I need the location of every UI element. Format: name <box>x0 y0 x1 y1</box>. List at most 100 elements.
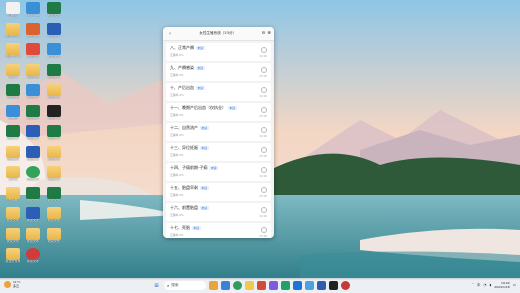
chapter-time: 00:00 <box>259 235 267 238</box>
desktop-icon[interactable]: Windows <box>23 2 43 18</box>
windows-start-icon[interactable]: ⊞ <box>152 281 161 290</box>
app-icon-11[interactable] <box>329 281 338 290</box>
desktop-icon[interactable]: 新建文件 <box>44 22 64 39</box>
volume-icon[interactable]: ◖ <box>489 283 491 287</box>
desktop-icon[interactable]: 新建文件 <box>3 227 23 244</box>
desktop-icon[interactable]: 回收站 <box>3 2 23 18</box>
desktop-icon[interactable]: 新建文件 <box>23 22 43 39</box>
select-circle-icon[interactable] <box>261 167 267 173</box>
chapter-row[interactable]: 十二、自然流产 未读 正确率 0% 00:00 <box>166 123 271 141</box>
desktop-icon[interactable]: 新建文件 <box>23 43 43 59</box>
desktop-icon[interactable]: 新建文件夹 <box>3 248 23 264</box>
desktop-icon-label: 新建文件 <box>26 260 39 263</box>
chapter-row[interactable]: 十四、子痫前期-子痫 未读 正确率 0% 00:00 <box>166 163 271 181</box>
file-icon <box>26 125 40 137</box>
desktop-icon[interactable]: 新建文件 <box>3 125 23 141</box>
desktop-icon[interactable]: 新建文件 <box>44 125 64 141</box>
desktop-icon[interactable]: 新建文件 <box>44 186 64 203</box>
notification-icon[interactable]: ▭ <box>513 283 516 287</box>
chapter-row[interactable]: 十、产后出血 未读 正确率 0% 00:00 <box>166 83 271 101</box>
app-icon-7[interactable] <box>281 281 290 290</box>
file-icon <box>47 207 61 219</box>
input-language[interactable]: 中 <box>477 283 481 288</box>
chapter-row[interactable]: 十三、异位妊娠 未读 正确率 0% 00:00 <box>166 143 271 161</box>
desktop-icon[interactable]: 新建文件 <box>23 104 43 121</box>
desktop-icon-label: 此电脑 <box>8 116 18 120</box>
status-badge: 未读 <box>228 106 237 110</box>
app-icon-12[interactable] <box>341 281 350 290</box>
network-icon[interactable]: ◔ <box>483 283 486 287</box>
select-circle-icon[interactable] <box>261 187 267 193</box>
select-circle-icon[interactable] <box>261 127 267 133</box>
desktop-icon[interactable]: 新建文件 <box>23 63 43 80</box>
word-icon[interactable] <box>317 281 326 290</box>
file-icon <box>47 43 61 55</box>
chapter-list-window: ‹ 女性生殖系统（53分） ⊖ ⊗ 八、正常产褥 未读 正确率 0% 00:00 九、产… <box>163 27 274 238</box>
desktop-icon[interactable]: 新建文件夹 <box>3 22 23 39</box>
select-circle-icon[interactable] <box>261 47 267 53</box>
desktop-icon[interactable]: 新建文件 <box>44 145 64 162</box>
app-icon-1[interactable] <box>209 281 218 290</box>
file-explorer-icon[interactable] <box>245 281 254 290</box>
select-circle-icon[interactable] <box>261 67 267 73</box>
select-circle-icon[interactable] <box>261 107 267 113</box>
desktop-icon-label: 新建文件 <box>26 178 39 181</box>
desktop-icon[interactable]: 新建表格 <box>3 84 23 100</box>
desktop-icon[interactable]: 文件夹 <box>3 166 23 182</box>
clock[interactable]: 19:04 2024/1/18 <box>494 281 509 289</box>
desktop-icon[interactable]: 新建文件 <box>44 2 64 18</box>
weather-widget[interactable]: 11°C 多云 <box>4 280 20 288</box>
desktop-icon[interactable]: 新建文件 <box>3 145 23 162</box>
chapter-list: 八、正常产褥 未读 正确率 0% 00:00 九、产褥感染 未读 正确率 0% 00:00 十、… <box>163 41 274 238</box>
chapter-time: 00:00 <box>259 175 267 178</box>
select-circle-icon[interactable] <box>261 227 267 233</box>
app-icon-8[interactable] <box>293 281 302 290</box>
app-icon-5[interactable] <box>257 281 266 290</box>
select-circle-icon[interactable] <box>261 147 267 153</box>
desktop-icon[interactable]: 新建文件 <box>23 248 43 264</box>
chevron-up-icon[interactable]: ˄ <box>472 283 474 287</box>
desktop-icon[interactable]: 文件夹 <box>3 186 23 203</box>
desktop-icon[interactable]: 新建文件 <box>3 207 23 223</box>
desktop-icon[interactable]: 新建文件 <box>44 166 64 182</box>
chapter-row[interactable]: 八、正常产褥 未读 正确率 0% 00:00 <box>166 43 271 61</box>
desktop-icon[interactable]: 新建文件 <box>44 104 64 121</box>
select-circle-icon[interactable] <box>261 207 267 213</box>
app-icon-2[interactable] <box>221 281 230 290</box>
chapter-row[interactable]: 九、产褥感染 未读 正确率 0% 00:00 <box>166 63 271 81</box>
desktop-icon[interactable]: 新建文件 <box>23 227 43 244</box>
desktop-icon-label: 新建文件 <box>47 239 60 243</box>
desktop-icon[interactable]: 新建文件 <box>23 207 43 223</box>
desktop-icon-label: 新建文件 <box>47 34 60 38</box>
close-icon[interactable]: ⊗ <box>267 31 271 36</box>
chapter-row[interactable]: 十七、死胎 未读 正确率 0% 00:00 <box>166 223 271 238</box>
more-icon[interactable]: ⊖ <box>261 31 265 36</box>
file-icon <box>26 43 40 55</box>
desktop-icon[interactable]: 新建文件 <box>44 63 64 80</box>
desktop-icon-label: 新建文件 <box>26 239 39 243</box>
desktop-icon[interactable]: 新建文件 <box>44 227 64 244</box>
desktop-icon[interactable]: 新建文件 <box>23 84 43 100</box>
chevron-left-icon[interactable]: ‹ <box>166 31 174 37</box>
desktop-icon-label: Windows <box>26 14 40 17</box>
file-icon <box>26 104 40 117</box>
select-circle-icon[interactable] <box>261 87 267 93</box>
desktop-icon[interactable]: 文件夹 <box>3 63 23 80</box>
desktop-icon[interactable]: 新建文件 <box>44 84 64 100</box>
desktop-icon[interactable]: 新建文件 <box>44 43 64 59</box>
chapter-row[interactable]: 十六、前置胎盘 未读 正确率 0% 00:00 <box>166 203 271 221</box>
desktop-icon[interactable]: 此电脑 <box>3 104 23 121</box>
search-label: 搜索 <box>171 283 179 287</box>
desktop-icon[interactable]: 新建文件 <box>23 186 43 203</box>
desktop-icon[interactable]: 新建文件 <box>23 145 43 162</box>
desktop-icon[interactable]: 新建文件夹 <box>3 43 23 59</box>
app-icon-9[interactable] <box>305 281 314 290</box>
app-icon-6[interactable] <box>269 281 278 290</box>
chapter-row[interactable]: 十一、晚期产后出血（仅执业） 未读 正确率 0% 00:00 <box>166 103 271 121</box>
desktop-icon[interactable]: 新建文件 <box>23 125 43 141</box>
desktop-icon[interactable]: 新建文件 <box>44 207 64 223</box>
taskbar-search[interactable]: ⌕ 搜索 <box>164 281 206 290</box>
chapter-row[interactable]: 十五、胎盘早剥 未读 正确率 0% 00:00 <box>166 183 271 201</box>
desktop-icon[interactable]: 新建文件 <box>23 166 43 182</box>
app-icon-3[interactable] <box>233 281 242 290</box>
